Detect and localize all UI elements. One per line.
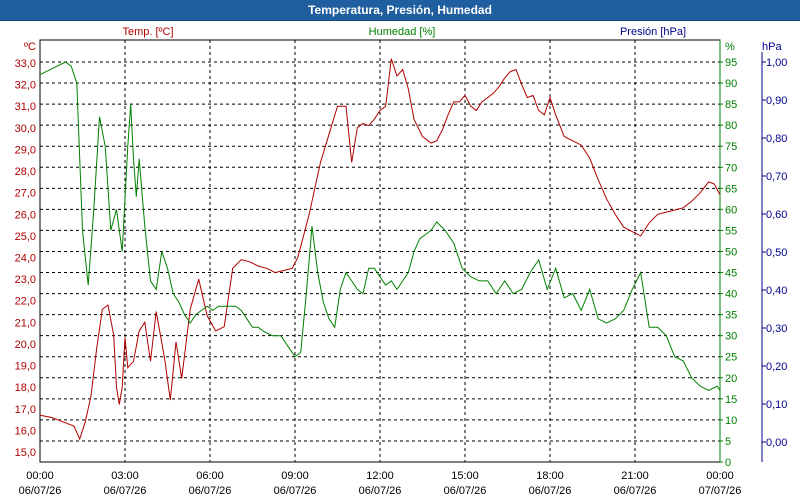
pressure-tick-label: 0,60 [766,209,787,221]
pressure-unit: hPa [762,41,782,53]
x-tick-date: 06/07/26 [359,485,402,497]
humidity-tick-label: 30 [725,331,737,343]
humidity-tick-label: 65 [725,183,737,195]
humidity-tick-label: 0 [725,457,731,469]
x-tick-time: 06:00 [196,470,224,482]
pressure-tick-label: 0,80 [766,133,787,145]
temp-tick-label: 25,0 [15,231,36,243]
temp-tick-label: 17,0 [15,404,36,416]
x-tick-date: 06/07/26 [274,485,317,497]
x-tick-date: 06/07/26 [614,485,657,497]
temp-tick-label: 20,0 [15,339,36,351]
temp-tick-label: 22,0 [15,296,36,308]
temp-tick-label: 15,0 [15,447,36,459]
humidity-unit: % [725,41,735,53]
temperature-series-line [39,58,721,441]
pressure-tick-label: 0,00 [766,437,787,449]
series-lines [39,58,721,441]
temp-tick-label: 19,0 [15,361,36,373]
humidity-tick-label: 75 [725,141,737,153]
humidity-tick-label: 60 [725,204,737,216]
temp-tick-label: 32,0 [15,80,36,92]
x-tick-time: 09:00 [281,470,309,482]
x-tick-time: 15:00 [451,470,479,482]
x-tick-date: 06/07/26 [189,485,232,497]
humidity-tick-label: 15 [725,394,737,406]
temp-tick-label: 33,0 [15,58,36,70]
pressure-axis-label: Presión [hPa] [620,26,686,38]
pressure-tick-label: 0,70 [766,171,787,183]
humidity-tick-label: 85 [725,99,737,111]
grid-lines [40,40,720,462]
humidity-tick-label: 50 [725,246,737,258]
temp-axis-label: Temp. [ºC] [122,26,173,38]
chart-canvas: Temp. [ºC] Humedad [%] Presión [hPa] ºC … [15,26,788,497]
humidity-tick-label: 20 [725,373,737,385]
temp-tick-label: 24,0 [15,253,36,265]
humidity-tick-label: 35 [725,310,737,322]
temp-tick-label: 23,0 [15,274,36,286]
humidity-tick-label: 40 [725,289,737,301]
humidity-tick-label: 5 [725,436,731,448]
x-tick-time: 00:00 [26,470,54,482]
humidity-tick-label: 55 [725,225,737,237]
temp-tick-label: 29,0 [15,144,36,156]
humidity-axis-label: Humedad [%] [369,26,436,38]
humidity-tick-label: 90 [725,78,737,90]
temp-unit: ºC [24,41,36,53]
pressure-tick-label: 0,50 [766,247,787,259]
temp-tick-label: 16,0 [15,425,36,437]
temp-tick-label: 18,0 [15,382,36,394]
x-tick-date: 06/07/26 [104,485,147,497]
humidity-tick-label: 45 [725,268,737,280]
temp-tick-label: 31,0 [15,101,36,113]
humidity-tick-label: 80 [725,120,737,132]
x-tick-time: 00:00 [706,470,734,482]
pressure-tick-label: 0,30 [766,323,787,335]
humidity-tick-label: 70 [725,162,737,174]
humidity-tick-label: 10 [725,415,737,427]
x-tick-date: 07/07/26 [699,485,742,497]
x-tick-date: 06/07/26 [529,485,572,497]
pressure-tick-label: 0,40 [766,285,787,297]
pressure-tick-label: 0,10 [766,399,787,411]
temp-tick-label: 21,0 [15,317,36,329]
x-tick-time: 18:00 [536,470,564,482]
temp-tick-label: 28,0 [15,166,36,178]
x-tick-time: 21:00 [621,470,649,482]
x-tick-time: 12:00 [366,470,394,482]
tick-labels: 00:00 06/07/26 03:00 06/07/26 06:00 06/07/26 0… [15,57,788,497]
x-tick-date: 06/07/26 [19,485,62,497]
humidity-tick-label: 95 [725,57,737,69]
temp-tick-label: 30,0 [15,123,36,135]
temp-tick-label: 27,0 [15,188,36,200]
x-tick-date: 06/07/26 [444,485,487,497]
x-tick-time: 03:00 [111,470,139,482]
temp-tick-label: 26,0 [15,209,36,221]
pressure-tick-label: 1,00 [766,57,787,69]
pressure-tick-label: 0,20 [766,361,787,373]
humidity-tick-label: 25 [725,352,737,364]
pressure-tick-label: 0,90 [766,95,787,107]
